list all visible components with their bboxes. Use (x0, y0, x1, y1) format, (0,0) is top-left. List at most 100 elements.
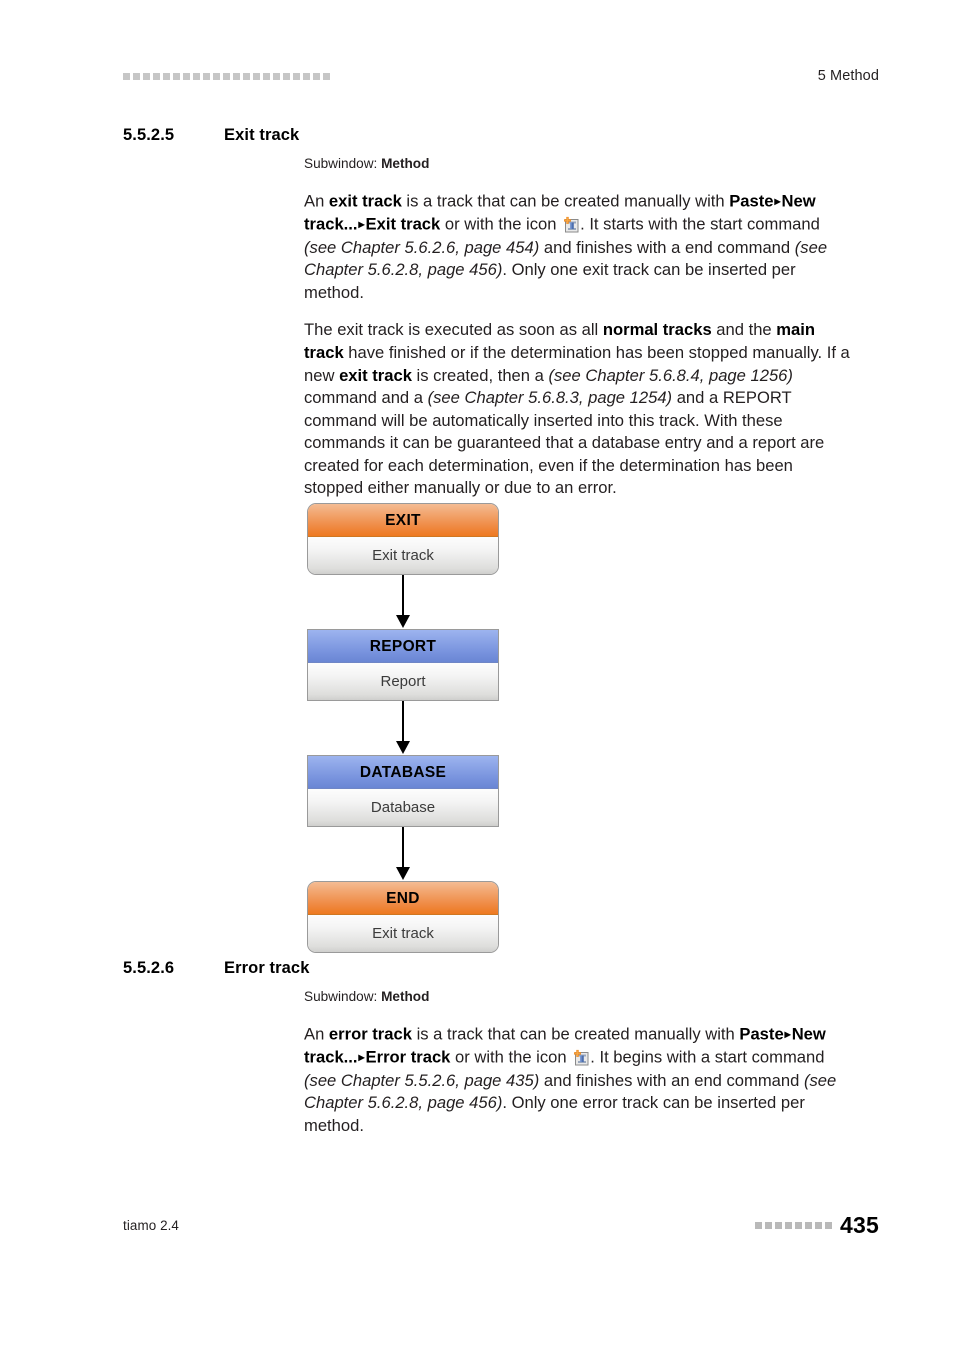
section-number: 5.5.2.5 (123, 126, 175, 144)
flow-node-database: DATABASE Database (307, 755, 499, 827)
connector-line (402, 701, 404, 745)
rule-block (283, 72, 290, 80)
rule-block (243, 72, 250, 80)
flow-node-end-header: END (308, 882, 498, 915)
arrow-head-icon (396, 615, 410, 628)
p1-bold-exit-track-menu: Exit track (365, 214, 441, 234)
e1-bold-paste: Paste (739, 1024, 784, 1044)
rule-block (775, 1222, 783, 1229)
rule-block (805, 1222, 813, 1229)
rule-block (133, 72, 140, 80)
new-track-icon (562, 216, 579, 233)
p2-text-1: The exit track is executed as soon as al… (304, 320, 603, 340)
rule-block (223, 72, 230, 80)
e1-ref-1: (see Chapter 5.5.2.6, page 435) (304, 1070, 540, 1090)
rule-block (795, 1222, 803, 1229)
p2-ref-1: (see Chapter 5.6.8.4, page 1256) (548, 365, 793, 385)
rule-block (183, 72, 190, 80)
rule-block (153, 72, 160, 80)
p1-text-3: or with the icon (440, 214, 562, 234)
e1-text-1: An (304, 1024, 329, 1044)
product-name: tiamo 2.4 (123, 1218, 179, 1233)
e1-text-4: . It begins with a start command (590, 1047, 825, 1067)
rule-block (123, 72, 130, 80)
p1-separator-2: ▸ (358, 217, 365, 232)
flow-node-exit-header: EXIT (308, 504, 498, 537)
flow-node-report-body: Report (308, 663, 498, 700)
flow-node-report-header: REPORT (308, 630, 498, 663)
rule-block (815, 1222, 823, 1229)
rule-block (273, 72, 280, 80)
flow-node-end: END Exit track (307, 881, 499, 953)
flow-connector-2 (307, 701, 501, 755)
flow-connector-1 (307, 575, 501, 629)
flow-node-exit: EXIT Exit track (307, 503, 499, 575)
rule-block (313, 72, 320, 80)
arrow-head-icon (396, 867, 410, 880)
new-track-icon (572, 1049, 589, 1066)
section-title: Error track (224, 959, 310, 977)
p2-text-2: and the (711, 320, 777, 340)
section-title: Exit track (224, 126, 300, 144)
p1-bold-paste: Paste (729, 191, 774, 211)
e1-text-5: and finishes with an end command (539, 1070, 804, 1090)
exit-track-paragraph-1: An exit track is a track that can be cre… (304, 190, 854, 304)
rule-block (825, 1222, 833, 1229)
rule-block (253, 72, 260, 80)
e1-text-3: or with the icon (450, 1047, 572, 1067)
section-heading-error-track: 5.5.2.6 Error track (123, 959, 883, 978)
rule-block (323, 72, 330, 80)
subwindow-label: Subwindow: (304, 989, 378, 1004)
flow-node-database-header: DATABASE (308, 756, 498, 789)
rule-block (765, 1222, 773, 1229)
flow-connector-3 (307, 827, 501, 881)
rule-block (233, 72, 240, 80)
subwindow-label: Subwindow: (304, 156, 378, 171)
connector-line (402, 575, 404, 619)
e1-text-2: is a track that can be created manually … (411, 1024, 740, 1044)
subwindow-line-error: Subwindow: Method (304, 988, 854, 1006)
footer-block-rule (755, 1222, 833, 1229)
error-track-paragraph-1: An error track is a track that can be cr… (304, 1023, 854, 1137)
p1-text-5: and finishes with a end command (539, 237, 795, 257)
error-track-content: Subwindow: Method An error track is a tr… (304, 988, 854, 1137)
connector-line (402, 827, 404, 871)
rule-block (203, 72, 210, 80)
flow-node-end-body: Exit track (308, 915, 498, 952)
p1-ref-1: (see Chapter 5.6.2.6, page 454) (304, 237, 540, 257)
rule-block (143, 72, 150, 80)
e1-bold-error-track-menu: Error track (365, 1047, 451, 1067)
p2-text-4: is created, then a (411, 365, 549, 385)
page-footer: tiamo 2.4 435 (123, 1212, 879, 1239)
document-page: 5 Method 5.5.2.5 Exit track Subwindow: M… (0, 0, 954, 1350)
p1-bold-exit-track: exit track (328, 191, 402, 211)
rule-block (263, 72, 270, 80)
rule-block (193, 72, 200, 80)
running-head: 5 Method (123, 64, 879, 88)
subwindow-line-exit: Subwindow: Method (304, 155, 854, 173)
flow-node-database-body: Database (308, 789, 498, 826)
rule-block (293, 72, 300, 80)
section-heading-exit-track: 5.5.2.5 Exit track (123, 126, 883, 145)
flow-node-exit-body: Exit track (308, 537, 498, 574)
header-block-rule (123, 72, 330, 80)
footer-page-group: 435 (755, 1212, 879, 1239)
rule-block (755, 1222, 763, 1229)
exit-track-content: Subwindow: Method An exit track is a tra… (304, 155, 854, 500)
rule-block (163, 72, 170, 80)
chapter-title: 5 Method (817, 68, 879, 84)
e1-separator-1: ▸ (784, 1027, 791, 1042)
p2-text-5: command and a (304, 388, 428, 408)
rule-block (785, 1222, 793, 1229)
exit-track-paragraph-2: The exit track is executed as soon as al… (304, 319, 854, 500)
section-number: 5.5.2.6 (123, 959, 175, 977)
flow-node-report: REPORT Report (307, 629, 499, 701)
subwindow-value: Method (381, 989, 430, 1004)
p1-text-2: is a track that can be created manually … (401, 191, 730, 211)
e1-separator-2: ▸ (358, 1050, 365, 1065)
rule-block (303, 72, 310, 80)
exit-track-flow-diagram: EXIT Exit track REPORT Report DATABASE D… (307, 503, 501, 953)
p2-bold-normal-tracks: normal tracks (602, 320, 712, 340)
p1-separator-1: ▸ (774, 194, 781, 209)
e1-bold-error-track: error track (328, 1024, 412, 1044)
